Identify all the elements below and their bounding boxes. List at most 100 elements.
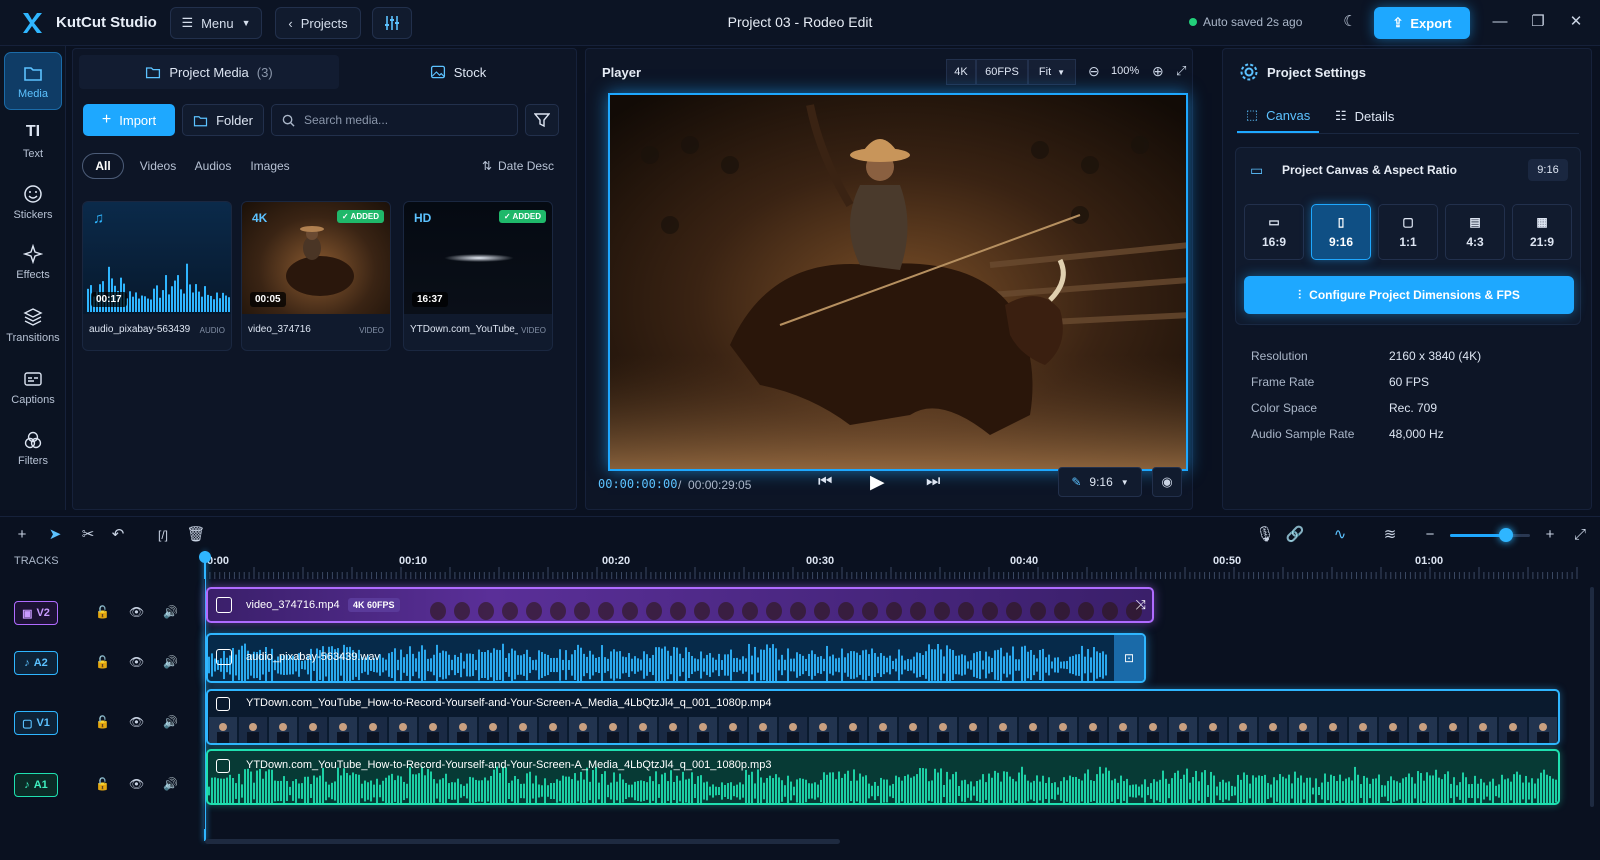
zoom-slider-handle[interactable] bbox=[1499, 528, 1513, 542]
ratio-1-1[interactable]: ▢ 1:1 bbox=[1378, 204, 1438, 260]
volume-icon[interactable]: 🔊 bbox=[163, 777, 179, 793]
filter-button[interactable] bbox=[525, 104, 559, 136]
filter-chip-audios[interactable]: Audios bbox=[190, 153, 236, 179]
skip-forward-icon[interactable]: ⏭ bbox=[926, 473, 940, 491]
lock-icon[interactable]: 🔓 bbox=[95, 655, 111, 671]
fullscreen-icon[interactable]: ⤢ bbox=[1176, 63, 1186, 79]
ratio-9-16[interactable]: ▯ 9:16 bbox=[1311, 204, 1371, 260]
add-icon[interactable]: + bbox=[12, 525, 32, 545]
filter-chip-videos[interactable]: Videos bbox=[135, 153, 181, 179]
configure-dimensions-button[interactable]: ⫶ Configure Project Dimensions & FPS bbox=[1244, 276, 1574, 314]
clip-youtube-video[interactable]: YTDown.com_YouTube_How-to-Record-Yoursel… bbox=[206, 689, 1560, 745]
export-button[interactable]: ⇪ Export bbox=[1374, 7, 1470, 39]
close-icon[interactable]: ✕ bbox=[1566, 12, 1586, 32]
sort-button[interactable]: ⇅ Date Desc bbox=[478, 153, 558, 179]
resolution-tag[interactable]: 4K bbox=[946, 59, 976, 85]
sidebar-item-text[interactable]: TI Text bbox=[4, 112, 62, 170]
volume-icon[interactable]: 🔊 bbox=[163, 605, 179, 621]
lock-icon[interactable]: 🔓 bbox=[95, 605, 111, 621]
projects-button[interactable]: ‹ Projects bbox=[275, 7, 361, 39]
zoom-in-icon[interactable]: + bbox=[1540, 525, 1560, 545]
clip-end-handle-icon[interactable]: ⊡ bbox=[1114, 635, 1144, 681]
sliders-icon: ⫶ bbox=[1298, 287, 1302, 302]
fps-tag[interactable]: 60FPS bbox=[976, 59, 1028, 85]
sidebar-item-stickers[interactable]: Stickers bbox=[4, 173, 62, 231]
eye-icon[interactable]: 👁 bbox=[129, 715, 145, 731]
restore-icon[interactable]: ❐ bbox=[1528, 12, 1548, 32]
ratio-21-9[interactable]: ▦ 21:9 bbox=[1512, 204, 1572, 260]
volume-icon[interactable]: 🔊 bbox=[163, 655, 179, 671]
undo-icon[interactable]: ↶ bbox=[108, 525, 128, 545]
search-input[interactable]: Search media... bbox=[271, 104, 518, 136]
media-card-audio[interactable]: ♫ 00:17 audio_pixabay-563439 AUDIO bbox=[82, 201, 232, 351]
captions-icon bbox=[24, 371, 42, 386]
time-ruler[interactable]: 0:00 00:10 00:20 00:30 00:40 00:50 01:00 bbox=[205, 549, 1590, 579]
sidebar-item-transitions[interactable]: Transitions bbox=[4, 296, 62, 354]
lock-icon[interactable]: 🔓 bbox=[95, 777, 111, 793]
folder-button[interactable]: Folder bbox=[182, 104, 264, 136]
zoom-out-icon[interactable]: − bbox=[1420, 525, 1440, 545]
playhead-handle[interactable] bbox=[199, 551, 211, 563]
zoom-slider[interactable] bbox=[1450, 528, 1530, 542]
clip-audio-pixabay[interactable]: audio_pixabay-563439.wav ⊡ bbox=[206, 633, 1146, 683]
text-icon: TI bbox=[25, 122, 41, 140]
zoom-out-icon[interactable]: ⊖ bbox=[1088, 63, 1100, 80]
sidebar-item-media[interactable]: Media bbox=[4, 52, 62, 110]
select-icon[interactable]: ➤ bbox=[45, 525, 65, 545]
zoom-in-icon[interactable]: ⊕ bbox=[1152, 63, 1164, 80]
skip-back-icon[interactable]: ⏮ bbox=[818, 473, 832, 491]
horizontal-scrollbar[interactable] bbox=[205, 839, 840, 844]
video-preview[interactable] bbox=[608, 93, 1188, 471]
media-card-youtube[interactable]: HD ✓ ADDED 16:37 YTDown.com_YouTube_Ho..… bbox=[403, 201, 553, 351]
clip-youtube-audio[interactable]: YTDown.com_YouTube_How-to-Record-Yoursel… bbox=[206, 749, 1560, 805]
filter-chip-images[interactable]: Images bbox=[245, 153, 295, 179]
ruler-label: 00:50 bbox=[1213, 555, 1242, 567]
link-icon[interactable]: 🔗 bbox=[1285, 525, 1305, 545]
waveform-icon[interactable]: ≋ bbox=[1380, 525, 1400, 545]
microphone-icon[interactable]: 🎙 bbox=[1255, 525, 1275, 545]
filter-chip-all[interactable]: All bbox=[82, 153, 124, 179]
sidebar-item-captions[interactable]: Captions bbox=[4, 358, 62, 416]
eye-icon[interactable]: 👁 bbox=[129, 777, 145, 793]
split-icon[interactable]: [/] bbox=[150, 525, 176, 545]
import-button[interactable]: + Import bbox=[83, 104, 175, 136]
track-badge[interactable]: ♪ A2 bbox=[14, 651, 58, 675]
tab-stock[interactable]: Stock bbox=[343, 55, 573, 89]
eye-icon[interactable]: 👁 bbox=[129, 655, 145, 671]
track-badge[interactable]: ▣ V2 bbox=[14, 601, 58, 625]
moon-icon[interactable]: ☾ bbox=[1340, 12, 1360, 32]
media-count: (3) bbox=[256, 64, 273, 80]
minimize-icon[interactable]: — bbox=[1490, 12, 1510, 32]
clip-video-374716[interactable]: video_374716.mp4 4K 60FPS ⤨ bbox=[206, 587, 1154, 623]
expand-icon[interactable]: ⤢ bbox=[1570, 525, 1590, 545]
eye-icon[interactable]: 👁 bbox=[129, 605, 145, 621]
tab-canvas[interactable]: ⬚ Canvas bbox=[1237, 99, 1319, 133]
mixer-button[interactable] bbox=[372, 7, 412, 39]
magnet-icon[interactable]: ∿ bbox=[1330, 525, 1350, 545]
settings-panel: Project Settings ⬚ Canvas ☷ Details ▭ Proj… bbox=[1222, 48, 1592, 510]
scissors-icon[interactable]: ✂ bbox=[78, 525, 98, 545]
menu-button[interactable]: ☰ Menu ▼ bbox=[170, 7, 262, 39]
media-card-video[interactable]: 4K ✓ ADDED 00:05 video_374716 VIDEO bbox=[241, 201, 391, 351]
ratio-16-9[interactable]: ▭ 16:9 bbox=[1244, 204, 1304, 260]
trash-icon[interactable]: 🗑 bbox=[186, 525, 206, 545]
fit-select[interactable]: Fit ▼ bbox=[1028, 59, 1076, 85]
aspect-select[interactable]: ✎ 9:16 ▼ bbox=[1058, 467, 1142, 497]
ratio-4-3[interactable]: ▤ 4:3 bbox=[1445, 204, 1505, 260]
camera-icon[interactable]: ◉ bbox=[1152, 467, 1182, 497]
play-icon[interactable]: ▶ bbox=[870, 471, 885, 494]
volume-icon[interactable]: 🔊 bbox=[163, 715, 179, 731]
media-name: audio_pixabay-563439 bbox=[89, 324, 191, 335]
track-badge[interactable]: ▢ V1 bbox=[14, 711, 58, 735]
track-id: V2 bbox=[36, 607, 50, 619]
sidebar-item-filters[interactable]: Filters bbox=[4, 419, 62, 477]
lock-icon[interactable]: 🔓 bbox=[95, 715, 111, 731]
tab-details[interactable]: ☷ Details bbox=[1335, 99, 1415, 133]
tab-project-media[interactable]: Project Media (3) bbox=[79, 55, 339, 89]
ruler-label: 00:20 bbox=[602, 555, 631, 567]
track-badge[interactable]: ♪ A1 bbox=[14, 773, 58, 797]
vertical-scrollbar[interactable] bbox=[1590, 587, 1594, 807]
track-header-divider bbox=[204, 579, 205, 829]
sidebar-item-effects[interactable]: Effects bbox=[4, 233, 62, 291]
transition-icon[interactable]: ⤨ bbox=[1136, 597, 1146, 613]
